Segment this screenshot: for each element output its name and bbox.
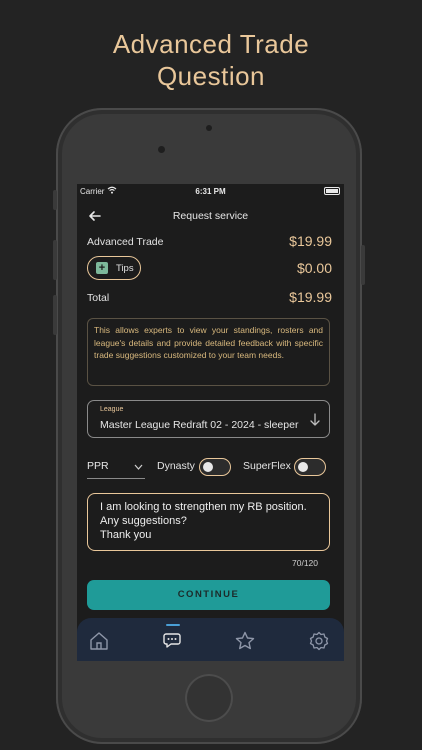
page-title: Request service	[172, 210, 249, 222]
chevron-down-icon	[134, 464, 143, 470]
league-select[interactable]: League Master League Redraft 02 - 2024 -…	[87, 400, 330, 438]
tips-label: Tips	[116, 263, 134, 274]
service-label: Advanced Trade	[87, 236, 164, 248]
phone-volume-down	[53, 295, 57, 335]
service-description: This allows experts to view your standin…	[87, 318, 330, 386]
toggle-knob	[203, 461, 213, 472]
chat-icon[interactable]	[161, 630, 183, 652]
continue-button[interactable]: CONTINUE	[87, 580, 330, 610]
nav-bar: Request service	[77, 206, 344, 226]
tips-row: + Tips $0.00	[87, 256, 332, 282]
settings-icon[interactable]	[308, 630, 330, 652]
plus-icon: +	[96, 262, 108, 274]
phone-volume-up	[53, 240, 57, 280]
superflex-label: SuperFlex	[243, 460, 291, 472]
active-tab-indicator	[166, 624, 180, 626]
league-value: Master League Redraft 02 - 2024 - sleepe…	[100, 419, 299, 431]
superflex-toggle[interactable]	[294, 458, 326, 476]
status-time: 6:31 PM	[195, 187, 226, 196]
headline: Advanced Trade Question	[0, 28, 422, 92]
character-counter: 70/120	[292, 558, 318, 568]
app-screen: Carrier 6:31 PM Request service Advanced…	[77, 184, 344, 661]
dynasty-toggle[interactable]	[199, 458, 231, 476]
phone-home-button[interactable]	[185, 674, 233, 722]
phone-camera	[158, 146, 165, 153]
status-bar: Carrier 6:31 PM	[77, 184, 344, 198]
scoring-select[interactable]: PPR	[87, 456, 145, 479]
toggle-knob	[298, 461, 308, 472]
service-row: Advanced Trade $19.99	[87, 232, 332, 252]
question-input[interactable]: I am looking to strengthen my RB positio…	[87, 493, 330, 551]
total-price: $19.99	[289, 289, 332, 305]
scoring-value: PPR	[87, 460, 109, 472]
phone-side-button	[53, 190, 57, 210]
total-label: Total	[87, 292, 110, 304]
league-options: PPR Dynasty SuperFlex	[87, 456, 332, 480]
battery-icon	[324, 187, 340, 195]
home-icon[interactable]	[88, 630, 110, 652]
phone-speaker	[206, 125, 212, 131]
dynasty-label: Dynasty	[157, 460, 195, 472]
star-icon[interactable]	[234, 630, 256, 652]
tips-button[interactable]: + Tips	[87, 256, 141, 280]
tips-price: $0.00	[296, 260, 332, 276]
headline-line-1: Advanced Trade	[112, 29, 310, 59]
league-label: League	[100, 406, 124, 413]
service-price: $19.99	[289, 233, 332, 249]
headline-line-2: Question	[156, 61, 266, 91]
arrow-down-icon	[310, 413, 320, 426]
total-row: Total $19.99	[87, 288, 332, 308]
phone-power-button	[361, 245, 365, 285]
tab-bar	[77, 618, 344, 661]
